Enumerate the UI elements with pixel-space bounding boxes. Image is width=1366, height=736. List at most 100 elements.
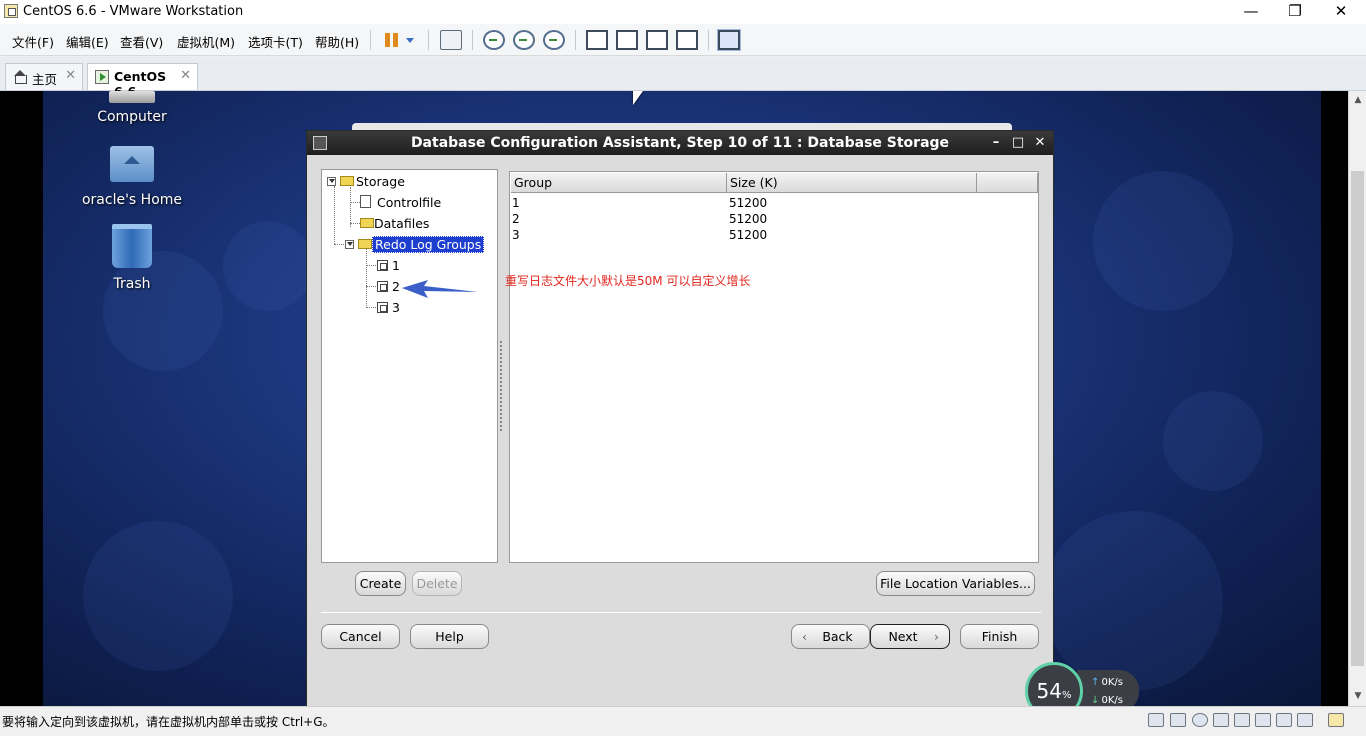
tree-node-group[interactable]: 3 [392,300,400,315]
dialog-close-button[interactable]: ✕ [1030,131,1050,155]
collapse-storage-icon[interactable] [327,177,336,186]
percent-sign: % [1061,690,1072,701]
back-button[interactable]: ‹ Back [791,624,870,649]
pause-icon[interactable] [382,30,404,50]
vm-running-icon [95,70,109,84]
minimize-button[interactable]: — [1228,0,1274,24]
next-button-label: Next [888,629,918,644]
restore-button[interactable]: ❐ [1272,0,1318,24]
menu-file[interactable]: 文件(F) [12,32,54,51]
cell-group[interactable]: 2 [512,212,520,226]
full-screen-icon[interactable] [646,30,668,50]
scrollbar-thumb[interactable] [1351,171,1364,666]
toolbar-separator [575,30,576,50]
desktop-icon-label: Trash [113,276,151,292]
toolbar-separator [708,30,709,50]
sound-card-icon[interactable] [1255,713,1271,727]
annotation-arrow-icon [402,280,478,298]
dialog-title: Database Configuration Assistant, Step 1… [410,135,950,151]
toolbar-separator [472,30,473,50]
log-group-icon [377,281,388,292]
desktop-icon-trash[interactable]: Trash [67,224,197,292]
thumbnail-bar-icon[interactable] [616,30,638,50]
cell-size[interactable]: 51200 [729,196,767,210]
dialog-maximize-button[interactable]: □ [1008,131,1028,155]
finish-button[interactable]: Finish [960,624,1039,649]
cell-group[interactable]: 1 [512,196,520,210]
dialog-minimize-button[interactable]: – [986,131,1006,155]
vmware-app-icon [4,4,18,18]
dialog-app-icon [313,136,327,150]
usb-icon[interactable] [1234,713,1250,727]
take-snapshot-icon[interactable] [483,30,505,50]
show-library-icon[interactable] [586,30,608,50]
hard-disk-icon[interactable] [1170,713,1186,727]
revert-snapshot-icon[interactable] [513,30,535,50]
cell-size[interactable]: 51200 [729,228,767,242]
folder-icon [358,239,372,249]
computer-icon [109,91,155,103]
close-tab-icon[interactable]: ✕ [180,68,191,83]
scroll-up-icon[interactable]: ▲ [1352,95,1364,105]
desktop-icon-computer[interactable]: Computer [67,91,197,125]
chevron-left-icon: ‹ [802,629,807,644]
menu-vm[interactable]: 虚拟机(M) [177,32,235,51]
tree-node-controlfile[interactable]: Controlfile [377,195,441,210]
tab-home[interactable]: 主页 ✕ [5,63,83,90]
hard-disk-icon[interactable] [1148,713,1164,727]
menu-edit[interactable]: 编辑(E) [66,32,109,51]
tree-node-datafiles[interactable]: Datafiles [374,216,429,231]
scroll-down-icon[interactable]: ▼ [1352,691,1364,701]
redo-groups-table[interactable]: Group Size (K) 1 51200 2 51200 3 51200 [509,171,1039,563]
log-group-icon [377,260,388,271]
log-group-icon [377,302,388,313]
menu-toolbar: 文件(F) 编辑(E) 查看(V) 虚拟机(M) 选项卡(T) 帮助(H) [0,24,1366,56]
chevron-down-icon[interactable] [404,30,416,50]
send-ctrl-alt-del-icon[interactable] [440,30,462,50]
tree-node-group[interactable]: 2 [392,279,400,294]
create-button[interactable]: Create [355,571,406,596]
tree-node-group[interactable]: 1 [392,258,400,273]
vertical-scrollbar[interactable]: ▲ ▼ [1348,91,1366,706]
window-titlebar: CentOS 6.6 - VMware Workstation — ❐ ✕ [0,0,1366,24]
network-adapter-icon[interactable] [1213,713,1229,727]
message-log-icon[interactable] [1328,713,1344,727]
desktop-icon-home[interactable]: oracle's Home [67,146,197,208]
cancel-button[interactable]: Cancel [321,624,400,649]
collapse-redo-icon[interactable] [345,240,354,249]
window-title: CentOS 6.6 - VMware Workstation [23,4,244,19]
file-location-variables-button[interactable]: File Location Variables... [876,571,1035,596]
cell-size[interactable]: 51200 [729,212,767,226]
snapshot-manager-icon[interactable] [543,30,565,50]
menu-tabs[interactable]: 选项卡(T) [248,32,303,51]
tab-label: 主页 [32,72,58,87]
menu-view[interactable]: 查看(V) [120,32,163,51]
console-view-icon[interactable] [717,29,741,51]
folder-icon [360,218,374,228]
display-icon[interactable] [1297,713,1313,727]
storage-tree[interactable]: Storage Controlfile Datafiles Redo Log G… [321,169,498,563]
split-pane-handle[interactable] [500,341,503,431]
close-window-button[interactable]: ✕ [1318,0,1364,24]
tree-node-redo-log-groups[interactable]: Redo Log Groups [372,236,485,253]
menu-help[interactable]: 帮助(H) [315,32,359,51]
cd-dvd-icon[interactable] [1192,713,1208,727]
next-button[interactable]: Next › [870,624,950,649]
column-header-size[interactable]: Size (K) [727,173,977,193]
dialog-divider [321,612,1041,613]
unity-icon[interactable] [676,30,698,50]
tab-centos[interactable]: CentOS 6.6 ✕ [87,63,198,99]
close-tab-icon[interactable]: ✕ [65,68,76,83]
toolbar-separator [428,30,429,50]
desktop-icon-label: oracle's Home [81,192,183,208]
delete-button[interactable]: Delete [412,571,462,596]
status-bar: 要将输入定向到该虚拟机，请在虚拟机内部单击或按 Ctrl+G。 [0,706,1366,736]
help-button[interactable]: Help [410,624,489,649]
printer-icon[interactable] [1276,713,1292,727]
cell-group[interactable]: 3 [512,228,520,242]
column-header-group[interactable]: Group [511,173,727,193]
controlfile-icon [360,195,371,208]
vm-console[interactable]: Computer oracle's Home Trash Database Co… [0,91,1348,706]
tree-node-storage[interactable]: Storage [356,174,405,189]
dbca-dialog: Database Configuration Assistant, Step 1… [306,130,1054,706]
